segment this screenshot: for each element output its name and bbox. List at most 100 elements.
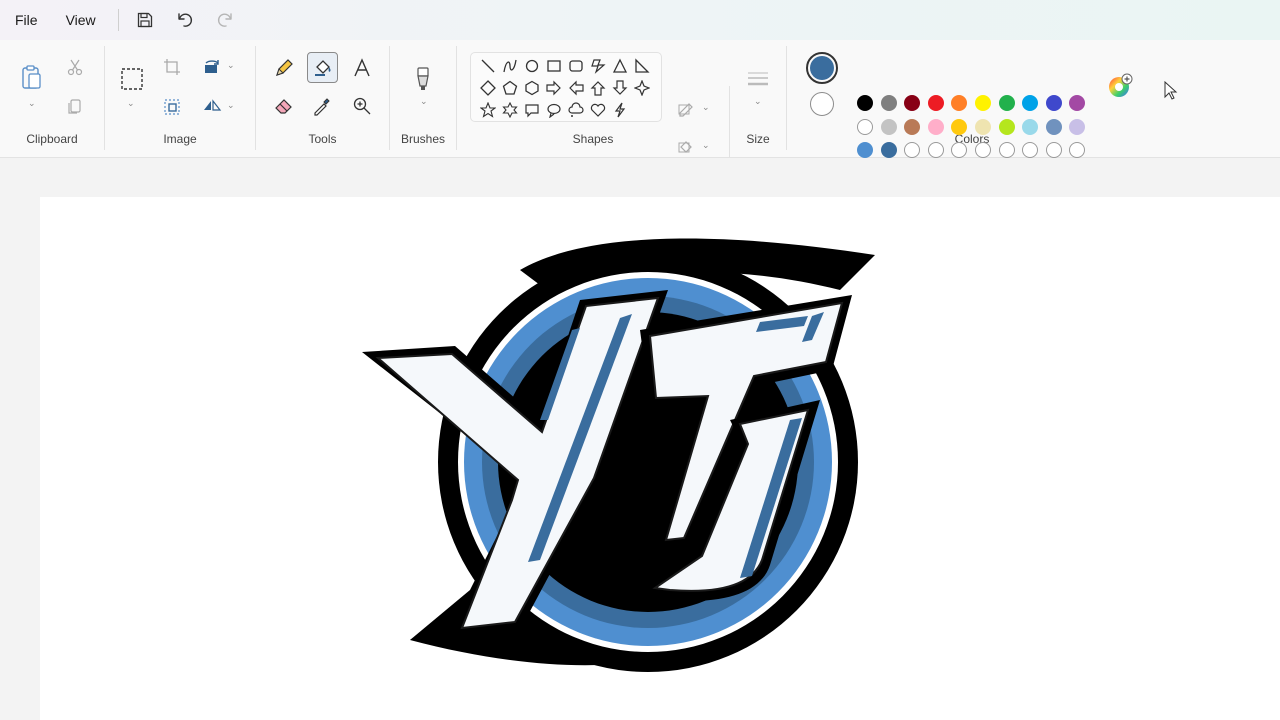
menu-file[interactable]: File [1, 0, 52, 40]
copy-button[interactable] [64, 96, 86, 118]
save-button[interactable] [125, 2, 165, 38]
color-swatch[interactable] [975, 95, 991, 111]
undo-icon [177, 13, 192, 27]
resize-button[interactable] [161, 96, 183, 118]
ribbon: ⌄ Clipboard ⌄ ⌄ ⌄ Image Tools ⌄ Brushes … [0, 40, 1280, 190]
shape-oval-callout[interactable] [543, 99, 565, 121]
color-swatch[interactable] [880, 142, 897, 158]
fill-button[interactable] [307, 52, 338, 83]
eraser-button[interactable] [270, 92, 298, 120]
shape-curve[interactable] [499, 55, 521, 77]
save-icon [137, 12, 152, 28]
color-swatch[interactable] [880, 118, 897, 135]
custom-color-slot[interactable] [1045, 142, 1062, 158]
magnifier-button[interactable] [348, 92, 376, 120]
brushes-group: ⌄ Brushes [390, 40, 456, 158]
color-swatch[interactable] [975, 118, 991, 135]
redo-icon [217, 13, 232, 27]
shape-lightning[interactable] [609, 99, 631, 121]
color-swatch[interactable] [998, 95, 1015, 111]
shape-fill-dropdown-icon[interactable]: ⌄ [702, 140, 710, 151]
shape-fill-button[interactable] [676, 136, 698, 158]
pencil-button[interactable] [270, 54, 298, 82]
image-label: Image [163, 132, 197, 146]
color-swatch[interactable] [857, 118, 873, 135]
shape-rounded-rectangle[interactable] [565, 55, 587, 77]
color-swatch[interactable] [857, 95, 873, 111]
shape-diamond[interactable] [477, 77, 499, 99]
image-group: ⌄ ⌄ ⌄ Image [105, 40, 255, 158]
shape-cloud-callout[interactable] [565, 99, 587, 121]
size-dropdown-icon[interactable]: ⌄ [754, 96, 762, 107]
shape-line[interactable] [477, 55, 499, 77]
crop-icon [164, 59, 180, 75]
shape-triangle[interactable] [609, 55, 631, 77]
shape-left-arrow[interactable] [565, 77, 587, 99]
color-swatch[interactable] [927, 95, 944, 111]
rotate-dropdown-icon[interactable]: ⌄ [227, 60, 235, 71]
color-swatch[interactable] [904, 118, 921, 135]
fill-icon [314, 59, 331, 76]
color-swatch[interactable] [1045, 118, 1062, 135]
colors-group: Colors [787, 40, 1157, 158]
brush-button[interactable] [410, 64, 436, 94]
paste-button[interactable] [18, 62, 46, 92]
shape-up-arrow[interactable] [587, 77, 609, 99]
color-swatch[interactable] [1022, 118, 1039, 135]
brush-dropdown-icon[interactable]: ⌄ [420, 96, 428, 107]
shape-rectangle[interactable] [543, 55, 565, 77]
rotate-icon [205, 60, 219, 73]
color-picker-icon [314, 98, 330, 116]
color-swatch[interactable] [880, 95, 897, 111]
shape-polygon[interactable] [587, 55, 609, 77]
color-swatch[interactable] [998, 118, 1015, 135]
select-button[interactable] [119, 66, 145, 92]
crop-button[interactable] [161, 56, 183, 78]
size-button[interactable] [744, 66, 772, 92]
shape-right-arrow[interactable] [543, 77, 565, 99]
magnifier-icon [353, 97, 371, 115]
flip-button[interactable] [201, 96, 223, 118]
color-swatch[interactable] [1069, 118, 1086, 135]
paste-dropdown-icon[interactable]: ⌄ [28, 98, 36, 109]
shape-right-triangle[interactable] [631, 55, 653, 77]
outline-button[interactable] [676, 98, 698, 120]
shape-pentagon[interactable] [499, 77, 521, 99]
rotate-button[interactable] [201, 56, 223, 78]
custom-color-slot[interactable] [998, 142, 1015, 158]
color-picker-button[interactable] [308, 92, 336, 120]
shape-rect-callout[interactable] [521, 99, 543, 121]
menu-bar: File View [0, 0, 1280, 40]
paste-icon [22, 65, 41, 89]
secondary-color-button[interactable] [810, 92, 834, 116]
shape-down-arrow[interactable] [609, 77, 631, 99]
custom-color-slot[interactable] [927, 142, 944, 158]
text-button[interactable] [348, 54, 376, 82]
shape-hexagon[interactable] [521, 77, 543, 99]
flip-icon [204, 99, 222, 111]
undo-button[interactable] [165, 2, 205, 38]
custom-color-slot[interactable] [975, 142, 991, 158]
shape-four-point-star[interactable] [631, 77, 653, 99]
color-swatch[interactable] [857, 142, 873, 158]
colors-label: Colors [954, 132, 990, 146]
menu-view[interactable]: View [52, 0, 110, 40]
color-swatch[interactable] [927, 118, 944, 135]
shape-heart[interactable] [587, 99, 609, 121]
outline-dropdown-icon[interactable]: ⌄ [702, 102, 710, 113]
shape-five-point-star[interactable] [477, 99, 499, 121]
flip-dropdown-icon[interactable]: ⌄ [227, 100, 235, 111]
redo-button[interactable] [205, 2, 245, 38]
mouse-cursor [1162, 80, 1180, 102]
select-dropdown-icon[interactable]: ⌄ [127, 98, 135, 109]
primary-color-button[interactable] [806, 52, 838, 84]
color-swatch[interactable] [1045, 95, 1062, 111]
shape-six-point-star[interactable] [499, 99, 521, 121]
shape-oval[interactable] [521, 55, 543, 77]
cut-button[interactable] [64, 56, 86, 78]
brush-icon [417, 67, 429, 90]
copy-icon [68, 99, 81, 114]
edit-colors-button[interactable] [1106, 72, 1134, 100]
select-icon [121, 68, 143, 90]
color-swatch[interactable] [951, 118, 968, 135]
